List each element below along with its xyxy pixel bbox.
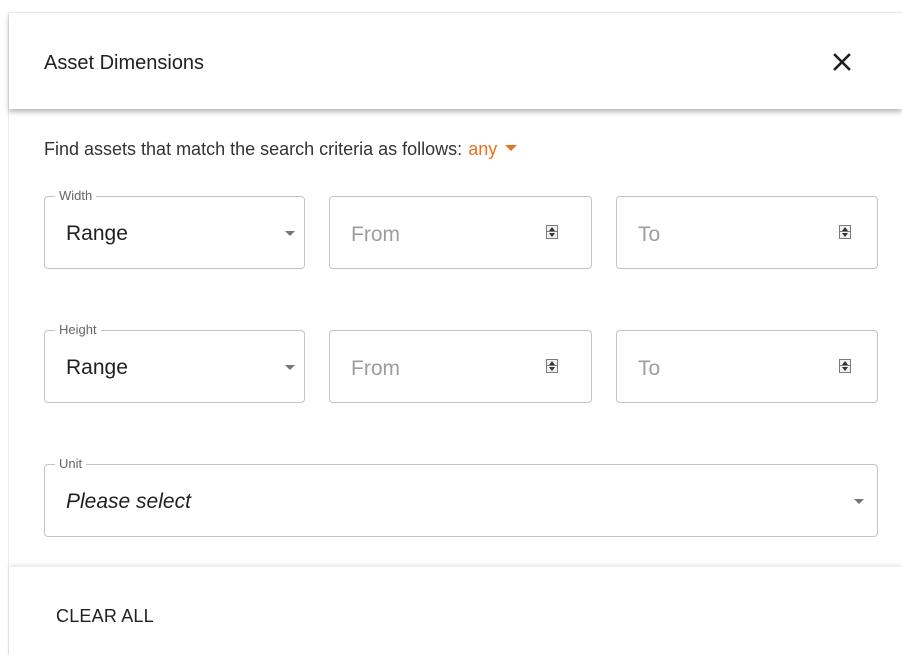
height-to-input[interactable]: To	[616, 330, 878, 403]
width-mode-value: Range	[66, 222, 128, 245]
width-from-input[interactable]: From	[329, 196, 592, 269]
chevron-down-icon	[285, 231, 295, 236]
match-criteria-row: Find assets that match the search criter…	[44, 138, 518, 160]
width-to-placeholder: To	[638, 223, 661, 246]
criteria-label: Find assets that match the search criter…	[44, 139, 463, 159]
height-from-placeholder: From	[351, 357, 400, 380]
dialog-title: Asset Dimensions	[44, 52, 205, 74]
close-icon	[833, 53, 851, 71]
asset-dimensions-dialog: Asset Dimensions Find assets that match …	[8, 12, 902, 657]
width-mode-select[interactable]: Width Range	[44, 189, 305, 269]
height-from-input[interactable]: From	[329, 330, 592, 403]
width-to-input[interactable]: To	[616, 196, 878, 269]
dialog-footer: CLEAR ALL	[9, 567, 902, 657]
width-from-placeholder: From	[351, 223, 400, 246]
caret-down-icon	[505, 145, 518, 152]
match-type-value: any	[468, 139, 498, 159]
unit-legend: Unit	[55, 457, 87, 471]
dialog-header: Asset Dimensions	[9, 13, 902, 109]
unit-select[interactable]: Unit Please select	[44, 457, 878, 537]
stepper-icon[interactable]	[546, 225, 558, 239]
height-mode-select[interactable]: Height Range	[44, 323, 305, 403]
clear-all-button[interactable]: CLEAR ALL	[56, 605, 154, 627]
height-mode-value: Range	[66, 356, 128, 379]
match-type-select[interactable]: any	[468, 139, 518, 159]
width-legend: Width	[55, 189, 97, 203]
stepper-icon[interactable]	[839, 359, 851, 373]
stepper-icon[interactable]	[839, 225, 851, 239]
unit-value: Please select	[66, 490, 191, 513]
stepper-icon[interactable]	[546, 359, 558, 373]
close-button[interactable]	[829, 49, 855, 75]
height-legend: Height	[55, 323, 101, 337]
chevron-down-icon	[854, 499, 864, 504]
height-to-placeholder: To	[638, 357, 661, 380]
chevron-down-icon	[285, 365, 295, 370]
